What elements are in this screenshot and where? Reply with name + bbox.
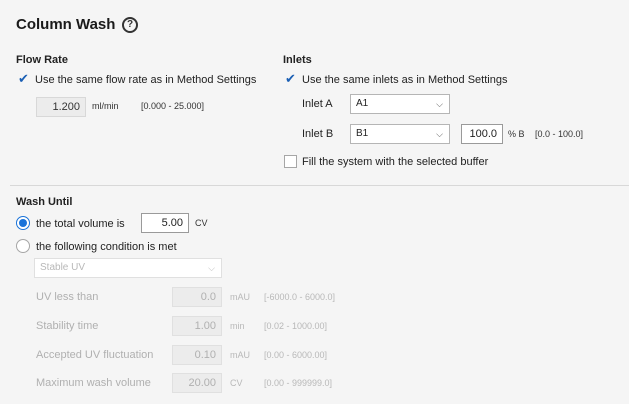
uv-less-than-input[interactable]: 0.0 [172, 287, 222, 307]
param-label: Stability time [36, 320, 99, 332]
param-range: [0.00 - 6000.00] [264, 350, 328, 360]
flow-rate-input[interactable]: 1.200 [36, 97, 86, 117]
param-label: Accepted UV fluctuation [36, 349, 154, 361]
param-unit: min [230, 321, 245, 331]
total-volume-input[interactable]: 5.00 [141, 213, 189, 233]
inlet-b-value: B1 [356, 128, 369, 139]
chevron-down-icon: ⌵ [436, 99, 443, 109]
max-wash-volume-input[interactable]: 20.00 [172, 373, 222, 393]
page-title: Column Wash [16, 16, 116, 33]
total-volume-label: the total volume is [36, 218, 125, 230]
chevron-down-icon: ⌵ [436, 129, 443, 139]
param-range: [-6000.0 - 6000.0] [264, 292, 336, 302]
help-icon[interactable]: ? [122, 17, 138, 33]
param-unit: CV [230, 378, 243, 388]
condition-radio[interactable] [16, 239, 30, 253]
condition-select-value: Stable UV [40, 262, 86, 273]
stability-time-input[interactable]: 1.00 [172, 316, 222, 336]
percent-b-input[interactable]: 100.0 [461, 124, 503, 144]
chevron-down-icon: ⌵ [208, 263, 215, 273]
flow-rate-heading: Flow Rate [16, 54, 68, 66]
condition-select[interactable]: Stable UV ⌵ [34, 258, 222, 278]
param-unit: mAU [230, 350, 250, 360]
same-inlets-label: Use the same inlets as in Method Setting… [302, 74, 508, 86]
section-divider [10, 185, 629, 186]
same-flow-rate-checkbox[interactable]: ✔ [17, 72, 30, 85]
percent-b-range: [0.0 - 100.0] [535, 129, 584, 139]
same-flow-rate-label: Use the same flow rate as in Method Sett… [35, 74, 257, 86]
flow-rate-unit: ml/min [92, 101, 119, 111]
fill-system-label: Fill the system with the selected buffer [302, 156, 489, 168]
condition-label: the following condition is met [36, 241, 177, 253]
uv-fluctuation-input[interactable]: 0.10 [172, 345, 222, 365]
param-range: [0.02 - 1000.00] [264, 321, 328, 331]
param-label: UV less than [36, 291, 99, 303]
wash-until-heading: Wash Until [16, 196, 73, 208]
inlets-heading: Inlets [283, 54, 312, 66]
same-inlets-checkbox[interactable]: ✔ [284, 72, 297, 85]
inlet-a-select[interactable]: A1 ⌵ [350, 94, 450, 114]
percent-b-unit: % B [508, 129, 525, 139]
param-label: Maximum wash volume [36, 377, 151, 389]
inlet-a-value: A1 [356, 98, 369, 109]
inlet-b-label: Inlet B [302, 128, 334, 140]
param-range: [0.00 - 999999.0] [264, 378, 333, 388]
inlet-a-label: Inlet A [302, 98, 333, 110]
fill-system-checkbox[interactable] [284, 155, 297, 168]
total-volume-unit: CV [195, 218, 208, 228]
flow-rate-range: [0.000 - 25.000] [141, 101, 205, 111]
total-volume-radio[interactable] [16, 216, 30, 230]
param-unit: mAU [230, 292, 250, 302]
inlet-b-select[interactable]: B1 ⌵ [350, 124, 450, 144]
